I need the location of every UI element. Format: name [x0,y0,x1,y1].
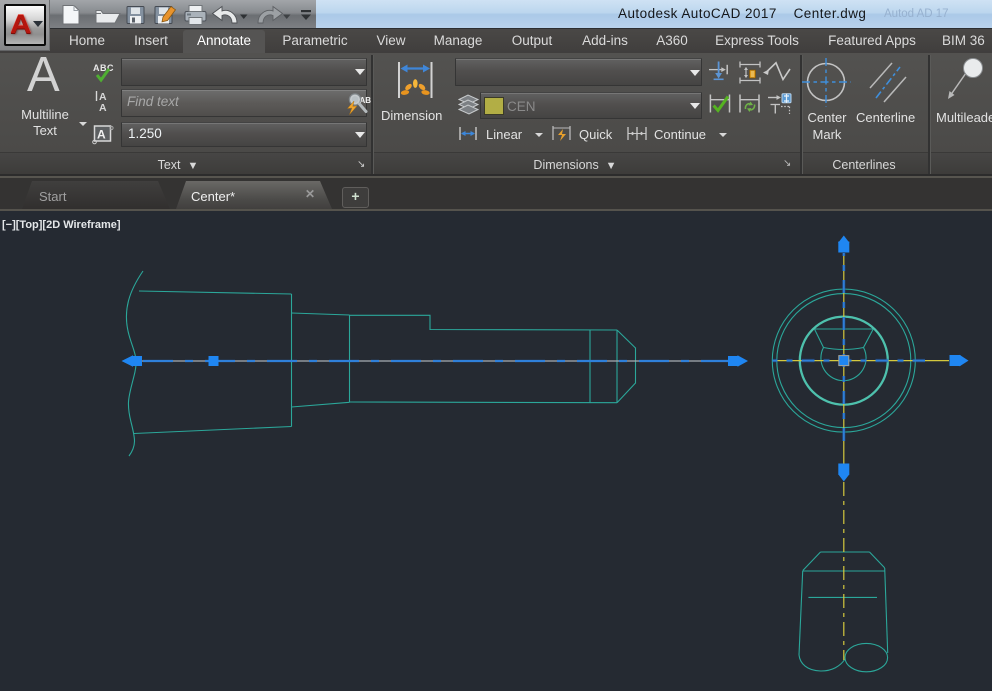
svg-text:A: A [97,128,106,142]
svg-text:A: A [99,102,107,112]
svg-text:ABC: ABC [360,96,372,105]
svg-text:ABC: ABC [93,63,114,73]
